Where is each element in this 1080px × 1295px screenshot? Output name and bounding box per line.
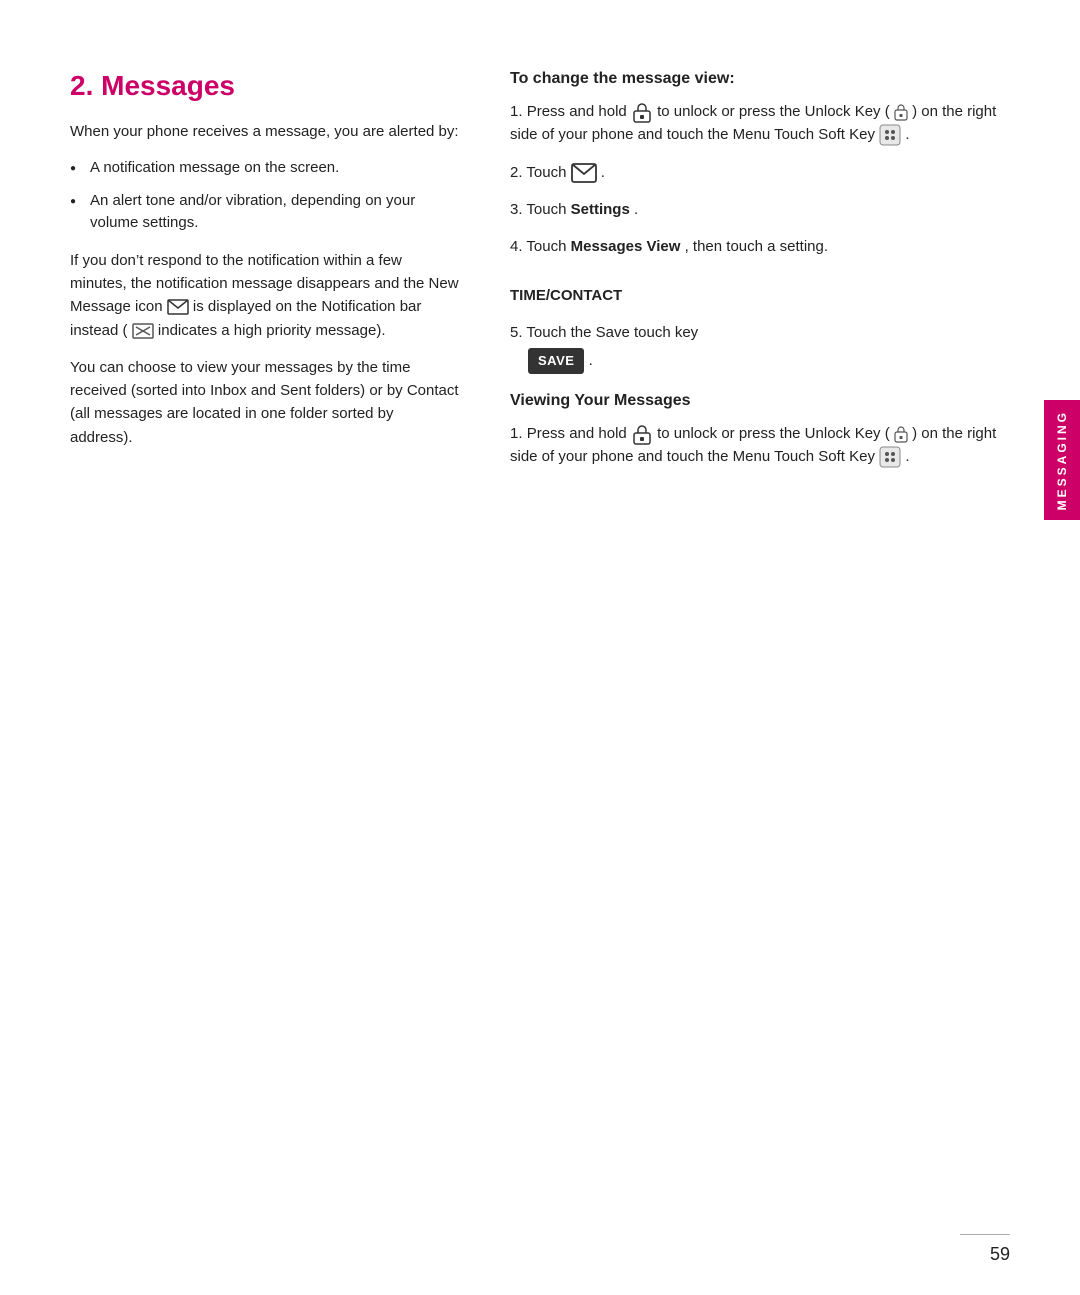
page-divider bbox=[960, 1234, 1010, 1235]
step1-period: . bbox=[905, 126, 909, 143]
vstep1-num: 1. bbox=[510, 425, 527, 442]
bullet-item-1: A notification message on the screen. bbox=[70, 157, 460, 180]
lock-icon-2 bbox=[631, 423, 653, 445]
page-container: 2. Messages When your phone receives a m… bbox=[0, 0, 1080, 1295]
vstep1-period: . bbox=[905, 448, 909, 465]
envelope-icon-step2 bbox=[571, 163, 597, 183]
priority-envelope-icon bbox=[132, 323, 154, 339]
step4-text-after: , then touch a setting. bbox=[685, 238, 828, 255]
change-step-2: 2. Touch . bbox=[510, 161, 1020, 184]
step4-text-before: Touch bbox=[526, 238, 566, 255]
change-step-4: 4. Touch Messages View , then touch a se… bbox=[510, 235, 1020, 307]
step2-num: 2. bbox=[510, 164, 526, 181]
messaging-sidebar-tab: MESSAGING bbox=[1044, 400, 1080, 520]
time-contact-label: TIME/CONTACT bbox=[510, 284, 1020, 307]
bullet-list: A notification message on the screen. An… bbox=[70, 157, 460, 235]
right-column: To change the message view: 1. Press and… bbox=[490, 70, 1020, 1235]
small-lock-icon-1 bbox=[894, 103, 908, 121]
vstep1-text-before: Press and hold bbox=[527, 425, 627, 442]
change-view-steps: 1. Press and hold to unlock or press the… bbox=[510, 100, 1020, 374]
step3-text-before: Touch bbox=[526, 201, 566, 218]
change-step-1: 1. Press and hold to unlock or press the… bbox=[510, 100, 1020, 147]
step1-num: 1. bbox=[510, 103, 527, 120]
save-button-label: SAVE bbox=[528, 348, 584, 374]
change-view-title: To change the message view: bbox=[510, 70, 1020, 88]
step5-period: . bbox=[589, 352, 593, 369]
messaging-label: MESSAGING bbox=[1055, 410, 1069, 510]
small-lock-icon-2 bbox=[894, 425, 908, 443]
intro-paragraph: When your phone receives a message, you … bbox=[70, 120, 460, 143]
view-choice-paragraph: You can choose to view your messages by … bbox=[70, 356, 460, 449]
step2-text-before: Touch bbox=[526, 164, 566, 181]
step3-text-after: . bbox=[634, 201, 638, 218]
step5-num: 5. bbox=[510, 324, 526, 341]
section-title: 2. Messages bbox=[70, 70, 460, 102]
step1-text-before: Press and hold bbox=[527, 103, 627, 120]
step4-bold: Messages View bbox=[571, 238, 681, 255]
step5-text: Touch the Save touch key bbox=[526, 324, 698, 341]
viewing-title: Viewing Your Messages bbox=[510, 392, 1020, 410]
envelope-icon bbox=[167, 299, 189, 315]
page-number: 59 bbox=[990, 1244, 1010, 1265]
viewing-steps: 1. Press and hold to unlock or press the… bbox=[510, 422, 1020, 469]
bullet-item-2: An alert tone and/or vibration, dependin… bbox=[70, 190, 460, 235]
para1-end: indicates a high priority message). bbox=[158, 322, 386, 339]
step2-text-after: . bbox=[601, 164, 605, 181]
menu-grid-icon-2 bbox=[879, 446, 901, 468]
step1-text-after: to unlock or press the Unlock Key ( bbox=[657, 103, 890, 120]
step4-num: 4. bbox=[510, 238, 526, 255]
lock-icon-1 bbox=[631, 101, 653, 123]
notification-paragraph: If you don’t respond to the notification… bbox=[70, 249, 460, 342]
left-column: 2. Messages When your phone receives a m… bbox=[70, 70, 490, 1235]
step3-bold: Settings bbox=[571, 201, 630, 218]
vstep1-text-after: to unlock or press the Unlock Key ( bbox=[657, 425, 890, 442]
change-step-3: 3. Touch Settings . bbox=[510, 198, 1020, 221]
viewing-step-1: 1. Press and hold to unlock or press the… bbox=[510, 422, 1020, 469]
menu-grid-icon-1 bbox=[879, 124, 901, 146]
step3-num: 3. bbox=[510, 201, 526, 218]
change-step-5: 5. Touch the Save touch key SAVE . bbox=[510, 321, 1020, 374]
